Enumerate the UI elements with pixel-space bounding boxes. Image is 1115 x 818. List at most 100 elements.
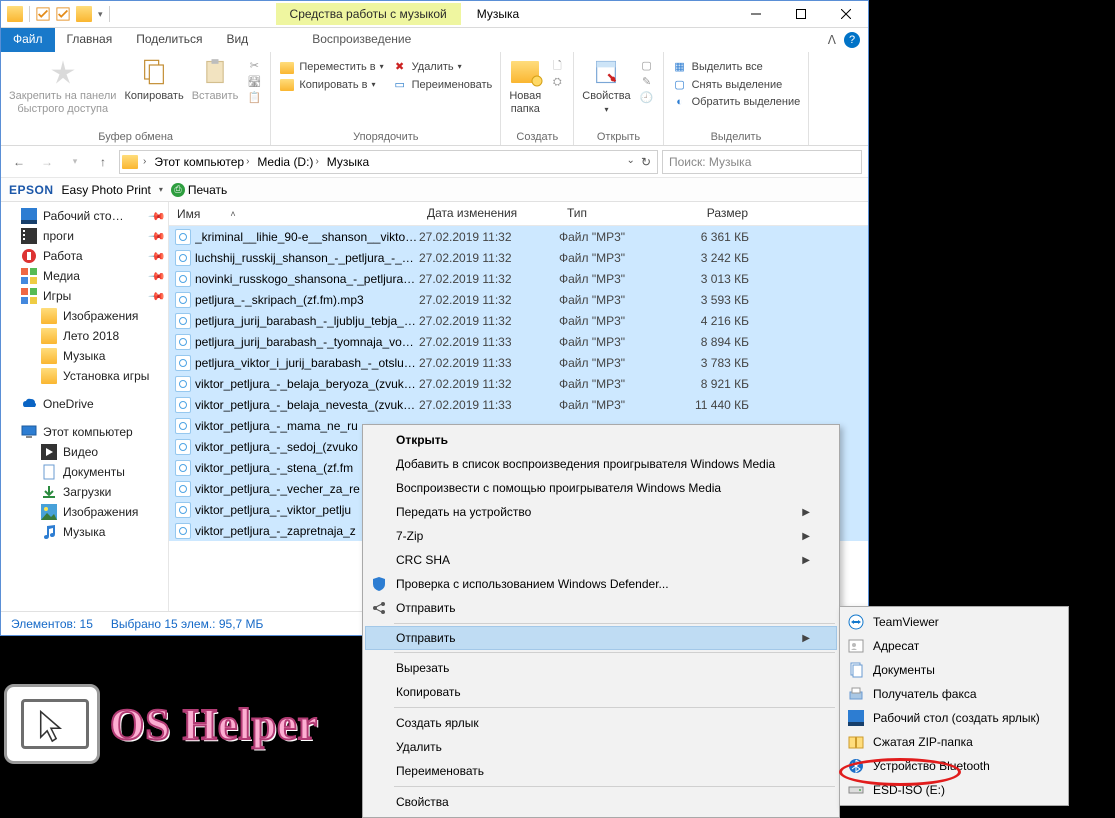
sendto-bluetooth[interactable]: Устройство Bluetooth: [843, 754, 1065, 778]
breadcrumb-drive[interactable]: Media (D:)›: [254, 155, 321, 169]
minimize-button[interactable]: [733, 1, 778, 28]
nav-images2[interactable]: Изображения: [1, 502, 168, 522]
copy-path-icon[interactable]: 🛣: [246, 75, 262, 91]
ctx-send-to[interactable]: Отправить▶: [365, 626, 837, 650]
close-button[interactable]: [823, 1, 868, 28]
sendto-zip-folder[interactable]: Сжатая ZIP-папка: [843, 730, 1065, 754]
properties-label: Свойства: [582, 90, 630, 103]
nav-progi[interactable]: проги📌: [1, 226, 168, 246]
nav-install[interactable]: Установка игры: [1, 366, 168, 386]
file-row[interactable]: viktor_petljura_-_belaja_beryoza_(zvukof…: [169, 373, 868, 394]
edit-icon[interactable]: ✎: [639, 75, 655, 91]
file-row[interactable]: petljura_jurij_barabash_-_tyomnaja_voda.…: [169, 331, 868, 352]
new-folder-button[interactable]: Новая папка: [509, 56, 541, 116]
nav-onedrive[interactable]: OneDrive: [1, 394, 168, 414]
address-dropdown-icon[interactable]: ⌄: [627, 155, 635, 169]
paste-shortcut-icon[interactable]: 📋: [246, 91, 262, 107]
ctx-share[interactable]: Отправить: [366, 596, 836, 620]
print-button[interactable]: ⎙Печать: [171, 183, 227, 197]
copy-button[interactable]: Копировать: [124, 56, 183, 103]
sendto-desktop-shortcut[interactable]: Рабочий стол (создать ярлык): [843, 706, 1065, 730]
nav-summer[interactable]: Лето 2018: [1, 326, 168, 346]
back-button[interactable]: ←: [7, 150, 31, 174]
ctx-open[interactable]: Открыть: [366, 428, 836, 452]
tab-file[interactable]: Файл: [1, 28, 55, 52]
column-type[interactable]: Тип: [559, 202, 669, 225]
history-icon[interactable]: 🕘: [639, 91, 655, 107]
collapse-ribbon-icon[interactable]: ᐱ: [828, 33, 836, 47]
nav-work[interactable]: Работа📌: [1, 246, 168, 266]
rename-button[interactable]: ▭Переименовать: [392, 77, 493, 95]
ctx-defender-scan[interactable]: Проверка с использованием Windows Defend…: [366, 572, 836, 596]
pin-label: Закрепить на панели быстрого доступа: [9, 90, 116, 116]
qat-dropdown-icon[interactable]: ▾: [98, 9, 103, 20]
file-row[interactable]: novinki_russkogo_shansona_-_petljura_ju.…: [169, 268, 868, 289]
new-folder-label: Новая папка: [509, 90, 541, 116]
easy-access-icon[interactable]: ⛭: [549, 75, 565, 91]
ctx-play-wmp[interactable]: Воспроизвести с помощью проигрывателя Wi…: [366, 476, 836, 500]
pin-to-quick-access-button[interactable]: Закрепить на панели быстрого доступа: [9, 56, 116, 116]
forward-button[interactable]: →: [35, 150, 59, 174]
sendto-fax-recipient[interactable]: Получатель факса: [843, 682, 1065, 706]
cut-icon[interactable]: ✂: [246, 59, 262, 75]
file-row[interactable]: petljura_-_skripach_(zf.fm).mp327.02.201…: [169, 289, 868, 310]
tab-home[interactable]: Главная: [55, 28, 125, 52]
address-bar[interactable]: › Этот компьютер› Media (D:)› Музыка ⌄↻: [119, 150, 658, 174]
easy-photo-print[interactable]: Easy Photo Print: [62, 183, 151, 197]
ctx-7zip[interactable]: 7-Zip▶: [366, 524, 836, 548]
nav-music[interactable]: Музыка: [1, 346, 168, 366]
file-row[interactable]: luchshij_russkij_shanson_-_petljura_-_pl…: [169, 247, 868, 268]
ctx-cut[interactable]: Вырезать: [366, 656, 836, 680]
tab-music-playback[interactable]: Воспроизведение: [298, 28, 425, 52]
move-to-button[interactable]: Переместить в ▾: [279, 59, 383, 77]
sendto-teamviewer[interactable]: TeamViewer: [843, 610, 1065, 634]
tab-view[interactable]: Вид: [214, 28, 260, 52]
nav-documents[interactable]: Документы: [1, 462, 168, 482]
file-row[interactable]: petljura_viktor_i_jurij_barabash_-_otslu…: [169, 352, 868, 373]
nav-videos[interactable]: Видео: [1, 442, 168, 462]
tab-share[interactable]: Поделиться: [124, 28, 214, 52]
maximize-button[interactable]: [778, 1, 823, 28]
mp3-file-icon: [175, 376, 191, 392]
select-none-button[interactable]: ▢Снять выделение: [672, 77, 801, 95]
file-row[interactable]: _kriminal__lihie_90-e__shanson__viktor_p…: [169, 226, 868, 247]
nav-images[interactable]: Изображения: [1, 306, 168, 326]
ctx-crc-sha[interactable]: CRC SHA▶: [366, 548, 836, 572]
select-all-button[interactable]: ▦Выделить все: [672, 59, 801, 77]
copy-to-button[interactable]: Копировать в ▾: [279, 77, 383, 95]
sendto-esd-iso-drive[interactable]: ESD-ISO (E:): [843, 778, 1065, 802]
file-row[interactable]: petljura_jurij_barabash_-_ljublju_tebja_…: [169, 310, 868, 331]
file-row[interactable]: viktor_petljura_-_belaja_nevesta_(zvukof…: [169, 394, 868, 415]
ctx-cast-to-device[interactable]: Передать на устройство▶: [366, 500, 836, 524]
nav-music2[interactable]: Музыка: [1, 522, 168, 542]
column-date[interactable]: Дата изменения: [419, 202, 559, 225]
search-input[interactable]: Поиск: Музыка: [662, 150, 862, 174]
ctx-copy[interactable]: Копировать: [366, 680, 836, 704]
paste-button[interactable]: Вставить: [192, 56, 239, 103]
ctx-delete[interactable]: Удалить: [366, 735, 836, 759]
column-size[interactable]: Размер: [669, 202, 757, 225]
properties-button[interactable]: Свойства▾: [582, 56, 630, 115]
ctx-properties[interactable]: Свойства: [366, 790, 836, 814]
delete-button[interactable]: ✖Удалить ▾: [392, 59, 493, 77]
invert-selection-button[interactable]: ◐Обратить выделение: [672, 94, 801, 112]
ctx-add-wmp-playlist[interactable]: Добавить в список воспроизведения проигр…: [366, 452, 836, 476]
ctx-create-shortcut[interactable]: Создать ярлык: [366, 711, 836, 735]
ctx-rename[interactable]: Переименовать: [366, 759, 836, 783]
nav-media[interactable]: Медиа📌: [1, 266, 168, 286]
up-button[interactable]: ↑: [91, 150, 115, 174]
sendto-mail-recipient[interactable]: Адресат: [843, 634, 1065, 658]
nav-games[interactable]: Игры📌: [1, 286, 168, 306]
nav-desktop[interactable]: Рабочий сто…📌: [1, 206, 168, 226]
breadcrumb-folder[interactable]: Музыка: [324, 155, 372, 169]
recent-locations-button[interactable]: ▾: [63, 150, 87, 174]
nav-thispc[interactable]: Этот компьютер: [1, 422, 168, 442]
breadcrumb-thispc[interactable]: Этот компьютер›: [151, 155, 252, 169]
sendto-documents[interactable]: Документы: [843, 658, 1065, 682]
new-item-icon[interactable]: 🗋: [549, 59, 565, 75]
refresh-icon[interactable]: ↻: [641, 155, 651, 169]
help-icon[interactable]: ?: [844, 32, 860, 48]
nav-downloads[interactable]: Загрузки: [1, 482, 168, 502]
column-name[interactable]: Имя˄: [169, 202, 419, 225]
open-icon[interactable]: ▢: [639, 59, 655, 75]
